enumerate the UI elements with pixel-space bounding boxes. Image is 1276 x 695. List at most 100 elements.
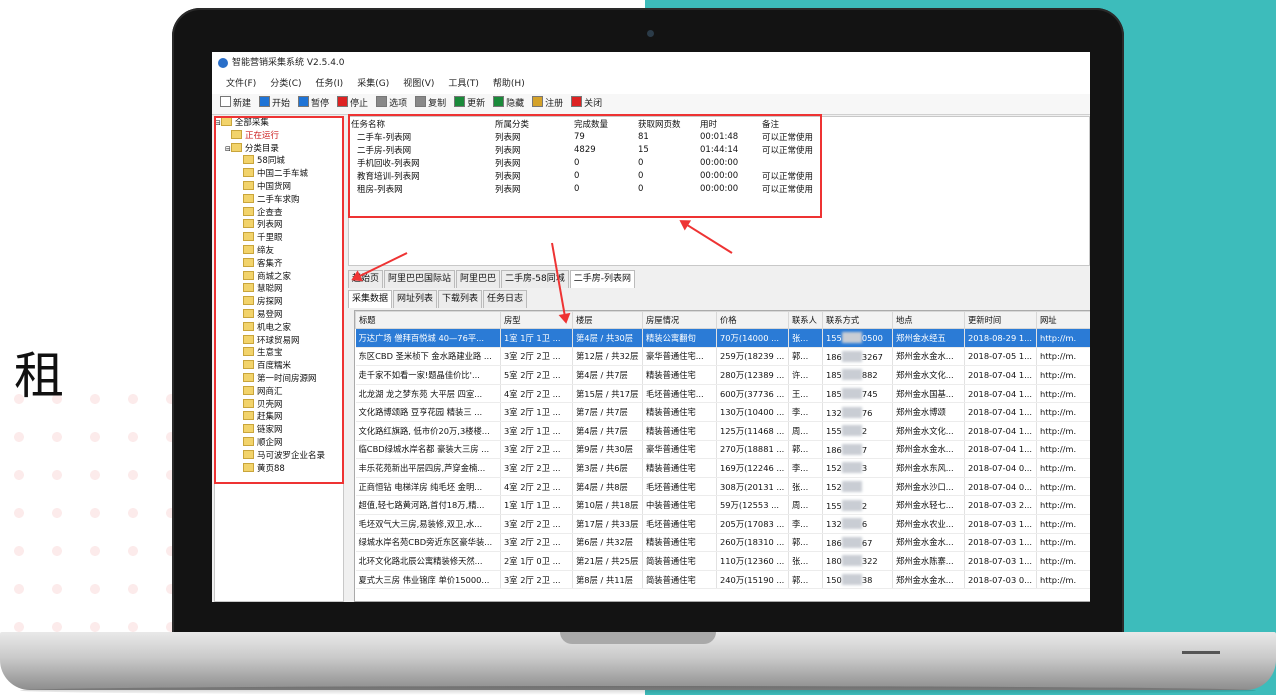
toolbar-button[interactable]: 隐藏 (493, 94, 524, 114)
grid-cell: 169万(12246 ... (716, 458, 789, 478)
grid-column-header[interactable]: 联系方式 (822, 311, 893, 329)
table-row[interactable]: 丰乐花苑新出平层四房,芦穿金楠... 3室 2厅 2卫 ... 第3层 / 共6层精… (355, 458, 1090, 478)
menu-item[interactable]: 任务(I) (316, 79, 344, 89)
grid-cell: 第21层 / 共25层 (572, 551, 643, 571)
tab[interactable]: 下载列表 (438, 290, 483, 308)
tab[interactable]: 阿里巴巴 (456, 270, 501, 288)
grid-column-header[interactable]: 网址 (1036, 311, 1090, 329)
menu-item[interactable]: 视图(V) (403, 79, 434, 89)
toolbar-button[interactable]: 新建 (220, 94, 251, 114)
tab[interactable]: 网址列表 (393, 290, 438, 308)
table-row[interactable]: 东区CBD 圣米桢下 金水路建业路 ... 3室 2厅 2卫 ... 第12层 / … (355, 347, 1090, 367)
menu-item[interactable]: 帮助(H) (493, 79, 525, 89)
tab[interactable]: 二手房-列表网 (569, 270, 635, 288)
grid-cell: 郑州金水金水... (892, 347, 965, 367)
table-row[interactable]: 北龙湖 龙之梦东苑 大平层 四室... 4室 2厅 2卫 ... 第15层 / 共1… (355, 384, 1090, 404)
grid-cell: http://m. (1036, 440, 1090, 460)
grid-cell: 郭... (788, 533, 823, 553)
table-row[interactable]: 超值,轻七路黄河路,首付18万,精... 1室 1厅 1卫 ... 第10层 / 共… (355, 495, 1090, 515)
grid-column-header[interactable]: 房屋情况 (642, 311, 717, 329)
grid-column-header[interactable]: 更新时间 (964, 311, 1037, 329)
table-row[interactable]: 绿城水岸名苑CBD旁近东区豪华装... 3室 2厅 2卫 ... 第6层 / 共32… (355, 533, 1090, 553)
menu-item[interactable]: 文件(F) (226, 79, 256, 89)
table-row[interactable]: 北环文化路北辰公寓精装修天然... 2室 1厅 0卫 ... 第21层 / 共25层… (355, 551, 1090, 571)
toolbar-button[interactable]: 暂停 (298, 94, 329, 114)
tab[interactable]: 采集数据 (348, 290, 393, 308)
grid-cell: 2018-07-04 1... (964, 402, 1037, 422)
grid-cell: http://m. (1036, 347, 1090, 367)
grid-cell: 110万(12360 ... (716, 551, 789, 571)
menu-item[interactable]: 采集(G) (357, 79, 389, 89)
grid-cell: 3室 2厅 2卫 ... (500, 533, 573, 553)
grid-cell: http://m. (1036, 477, 1090, 497)
toolbar-button[interactable]: 复制 (415, 94, 446, 114)
redacted-phone (841, 499, 862, 511)
grid-column-header[interactable]: 联系人 (788, 311, 823, 329)
data-grid[interactable]: 标题 房型 楼层 房屋情况 价格 联系人 联系方式 地点 更新时间 网址 万达广场 僧拜百悦城 40… (354, 310, 1090, 602)
grid-cell: http://m. (1036, 495, 1090, 515)
grid-cell: 185 882 (822, 365, 893, 385)
grid-cell: 郑州金水文化... (892, 421, 965, 441)
grid-cell: 2018-07-03 2... (964, 495, 1037, 515)
grid-cell: 2018-08-29 1... (964, 328, 1037, 348)
table-row[interactable]: 临CBD绿城水岸名都 豪装大三房 ... 3室 2厅 2卫 ... 第9层 / 共3… (355, 440, 1090, 460)
new-doc-icon (220, 96, 231, 107)
grid-cell: 3室 2厅 2卫 ... (500, 440, 573, 460)
grid-cell: 丰乐花苑新出平层四房,芦穿金楠... (355, 458, 501, 478)
toolbar-button[interactable]: 注册 (532, 94, 563, 114)
grid-cell: 3室 2厅 2卫 ... (500, 347, 573, 367)
grid-cell: 155 2 (822, 421, 893, 441)
app-logo-icon (218, 57, 228, 68)
table-row[interactable]: 万达广场 僧拜百悦城 40—76平... 1室 1厅 1卫 ... 第4层 / 共3… (355, 328, 1090, 348)
grid-column-header[interactable]: 地点 (892, 311, 965, 329)
grid-cell: 152 3 (822, 458, 893, 478)
grid-cell: 3室 2厅 1卫 ... (500, 421, 573, 441)
grid-column-header[interactable]: 价格 (716, 311, 789, 329)
grid-cell: http://m. (1036, 551, 1090, 571)
grid-cell: 郑州金水金水... (892, 533, 965, 553)
table-row[interactable]: 文化路博颂路 豆亨花园 精装三 ... 3室 2厅 1卫 ... 第7层 / 共7层… (355, 402, 1090, 422)
tab[interactable]: 阿里巴巴国际站 (384, 270, 456, 288)
grid-cell: 精装公寓翻旬 (642, 328, 717, 348)
grid-cell: 第4层 / 共7层 (572, 421, 643, 441)
grid-column-header[interactable]: 楼层 (572, 311, 643, 329)
grid-cell: 2018-07-03 1... (964, 551, 1037, 571)
redacted-phone (841, 462, 862, 474)
grid-cell: http://m. (1036, 570, 1090, 590)
toolbar-button[interactable]: 选项 (376, 94, 407, 114)
laptop-indicator (1182, 651, 1220, 654)
grid-cell: 70万(14000 ... (716, 328, 789, 348)
grid-cell: 郑州金水经五 (892, 328, 965, 348)
menu-item[interactable]: 分类(C) (270, 79, 301, 89)
close-icon (571, 96, 583, 107)
table-row[interactable]: 正商恒钻 电梯洋房 纯毛坯 金明... 4室 2厅 2卫 ... 第4层 / 共8层… (355, 477, 1090, 497)
table-row[interactable]: 毛坯双气大三房,易装修,双卫,水... 3室 2厅 2卫 ... 第17层 / 共3… (355, 514, 1090, 534)
grid-cell: 郑州金水国基... (892, 384, 965, 404)
toolbar-button[interactable]: 关闭 (571, 94, 602, 114)
redacted-phone (841, 518, 862, 530)
toolbar-button[interactable]: 更新 (454, 94, 485, 114)
tab[interactable]: 任务日志 (483, 290, 528, 308)
grid-cell: 3室 2厅 2卫 ... (500, 514, 573, 534)
refresh-icon (454, 96, 466, 107)
table-row[interactable]: 夏式大三房 伟业锦庠 单价15000... 3室 2厅 2卫 ... 第8层 / 共… (355, 570, 1090, 590)
grid-cell: http://m. (1036, 458, 1090, 478)
grid-cell: 毛坯普通住宅 (642, 514, 717, 534)
menu-item[interactable]: 工具(T) (448, 79, 479, 89)
grid-cell: 270万(18881 ... (716, 440, 789, 460)
table-row[interactable]: 文化路红旗路, 低市价20万,3楼楼... 3室 2厅 1卫 ... 第4层 / 共… (355, 421, 1090, 441)
grid-cell: 1室 1厅 1卫 ... (500, 495, 573, 515)
toolbar-button[interactable]: 开始 (259, 94, 290, 114)
grid-cell: 精装普通住宅 (642, 533, 717, 553)
grid-column-header[interactable]: 标题 (355, 311, 501, 329)
highlight-box-tasks (348, 114, 822, 218)
grid-cell: 240万(15190 ... (716, 570, 789, 590)
grid-cell: http://m. (1036, 384, 1090, 404)
laptop-notch (560, 632, 716, 644)
table-row[interactable]: 走千家不如看一家!题晶佳价比'... 5室 2厅 2卫 ... 第4层 / 共7层精… (355, 365, 1090, 385)
grid-cell: 走千家不如看一家!题晶佳价比'... (355, 365, 501, 385)
toolbar-button[interactable]: 停止 (337, 94, 368, 114)
grid-cell: 简装普通住宅 (642, 551, 717, 571)
grid-cell: 精装普通住宅 (642, 402, 717, 422)
grid-cell: 2018-07-04 0... (964, 458, 1037, 478)
